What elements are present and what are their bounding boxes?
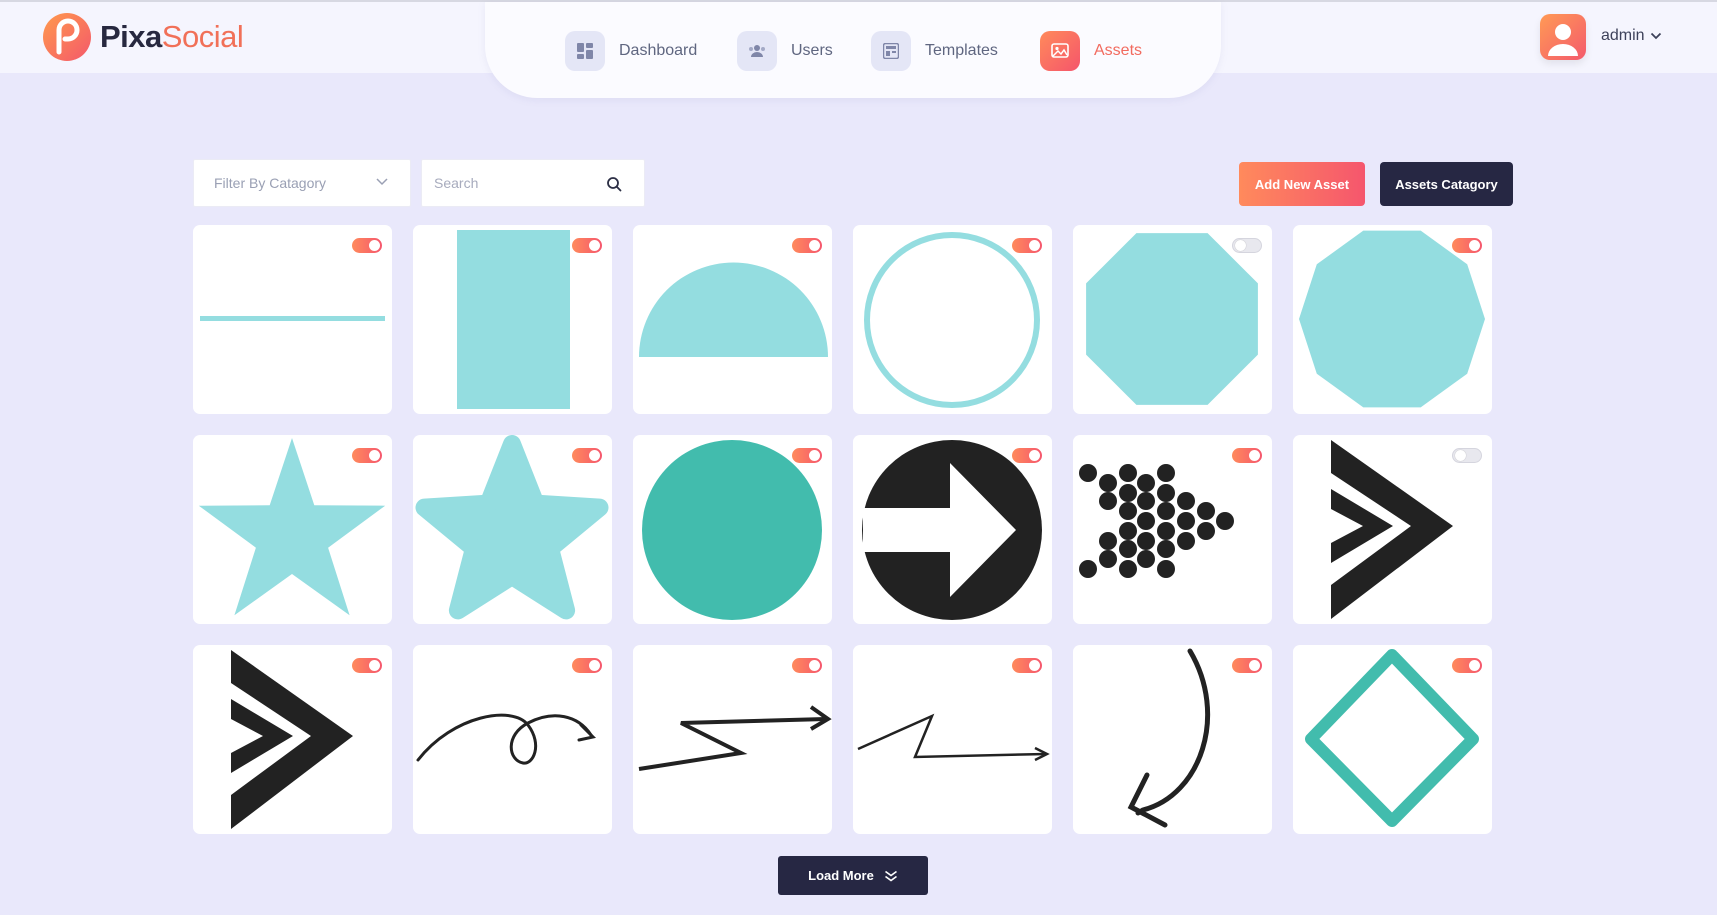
asset-card-star[interactable] (193, 435, 392, 624)
asset-card-circle-outline[interactable] (853, 225, 1052, 414)
asset-card-rectangle[interactable] (413, 225, 612, 414)
asset-card-chevron-double[interactable] (1293, 435, 1492, 624)
asset-visibility-toggle[interactable] (792, 448, 822, 463)
nav-templates[interactable]: Templates (871, 31, 998, 71)
add-new-asset-button[interactable]: Add New Asset (1239, 162, 1365, 206)
asset-card-zigzag-arrow-thin[interactable] (853, 645, 1052, 834)
asset-visibility-toggle[interactable] (1452, 448, 1482, 463)
category-filter-placeholder: Filter By Catagory (214, 175, 327, 191)
asset-visibility-toggle[interactable] (1012, 448, 1042, 463)
asset-card-dots-arrow[interactable] (1073, 435, 1272, 624)
asset-card-decagon[interactable] (1293, 225, 1492, 414)
nav-users[interactable]: Users (737, 31, 833, 71)
chevron-double-shape-icon (1331, 440, 1453, 619)
chevron-double-shape-icon (231, 650, 353, 829)
asset-card-line[interactable] (193, 225, 392, 414)
asset-card-curved-down-arrow[interactable] (1073, 645, 1272, 834)
dots-arrow-shape-icon (1079, 464, 1234, 578)
asset-card-circle-filled[interactable] (633, 435, 832, 624)
avatar[interactable] (1540, 14, 1586, 60)
zigzag-arrow-shape-icon (638, 705, 832, 771)
asset-visibility-toggle[interactable] (572, 238, 602, 253)
category-filter-select[interactable]: Filter By Catagory (193, 159, 411, 207)
asset-card-rounded-star[interactable] (413, 435, 612, 624)
assets-icon (1040, 31, 1080, 71)
chevron-down-icon (376, 178, 388, 186)
line-shape-icon (200, 316, 385, 321)
asset-card-curly-arrow[interactable] (413, 645, 612, 834)
circle-outline-shape-icon (864, 232, 1040, 408)
curved-down-arrow-shape-icon (1127, 648, 1211, 828)
load-more-button[interactable]: Load More (778, 856, 928, 895)
double-chevron-down-icon (884, 870, 897, 881)
templates-icon (871, 31, 911, 71)
search-box (421, 159, 645, 207)
circle-filled-shape-icon (642, 440, 822, 620)
nav-assets-label: Assets (1094, 42, 1143, 59)
brand-logo[interactable]: PixaSocial (42, 12, 244, 62)
asset-visibility-toggle[interactable] (1452, 238, 1482, 253)
half-circle-shape-icon (639, 262, 828, 357)
asset-visibility-toggle[interactable] (352, 238, 382, 253)
asset-visibility-toggle[interactable] (1232, 448, 1262, 463)
load-more-label: Load More (808, 868, 874, 883)
asset-visibility-toggle[interactable] (1232, 658, 1262, 673)
nav-assets[interactable]: Assets (1040, 31, 1142, 71)
curly-arrow-shape-icon (416, 713, 597, 765)
asset-visibility-toggle[interactable] (792, 658, 822, 673)
user-name: admin (1601, 27, 1645, 44)
asset-visibility-toggle[interactable] (352, 448, 382, 463)
main-nav: Dashboard Users Templates Assets (485, 2, 1221, 98)
asset-visibility-toggle[interactable] (352, 658, 382, 673)
asset-card-zigzag-arrow[interactable] (633, 645, 832, 834)
star-shape-icon (198, 438, 386, 616)
asset-card-chevron-double[interactable] (193, 645, 392, 834)
asset-visibility-toggle[interactable] (792, 238, 822, 253)
asset-visibility-toggle[interactable] (1012, 238, 1042, 253)
octagon-shape-icon (1086, 233, 1258, 405)
pixasocial-logo-icon (43, 13, 91, 61)
asset-visibility-toggle[interactable] (1012, 658, 1042, 673)
nav-dashboard-label: Dashboard (619, 42, 698, 59)
search-input[interactable] (432, 174, 606, 192)
asset-visibility-toggle[interactable] (572, 448, 602, 463)
diamond-outline-shape-icon (1305, 649, 1479, 827)
dashboard-icon (565, 31, 605, 71)
search-icon[interactable] (606, 176, 622, 192)
arrow-circle-shape-icon (862, 440, 1042, 620)
nav-dashboard[interactable]: Dashboard (565, 31, 697, 71)
asset-card-arrow-circle[interactable] (853, 435, 1052, 624)
asset-card-octagon[interactable] (1073, 225, 1272, 414)
asset-visibility-toggle[interactable] (572, 658, 602, 673)
user-avatar-icon (1548, 24, 1578, 56)
asset-card-half-circle[interactable] (633, 225, 832, 414)
zigzag-arrow-thin-shape-icon (857, 713, 1050, 762)
rectangle-shape-icon (457, 230, 570, 409)
users-icon (737, 31, 777, 71)
asset-visibility-toggle[interactable] (1452, 658, 1482, 673)
assets-category-button[interactable]: Assets Catagory (1380, 162, 1513, 206)
asset-card-diamond-outline[interactable] (1293, 645, 1492, 834)
asset-visibility-toggle[interactable] (1232, 238, 1262, 253)
brand-name: PixaSocial (100, 19, 244, 55)
decagon-shape-icon (1299, 230, 1485, 408)
brand-name-part2: Social (161, 19, 244, 54)
nav-users-label: Users (791, 42, 833, 59)
brand-name-part1: Pixa (100, 19, 162, 54)
chevron-down-icon (1650, 32, 1661, 40)
user-menu[interactable]: admin (1601, 27, 1662, 45)
nav-templates-label: Templates (925, 42, 998, 59)
rounded-star-shape-icon (415, 435, 609, 620)
